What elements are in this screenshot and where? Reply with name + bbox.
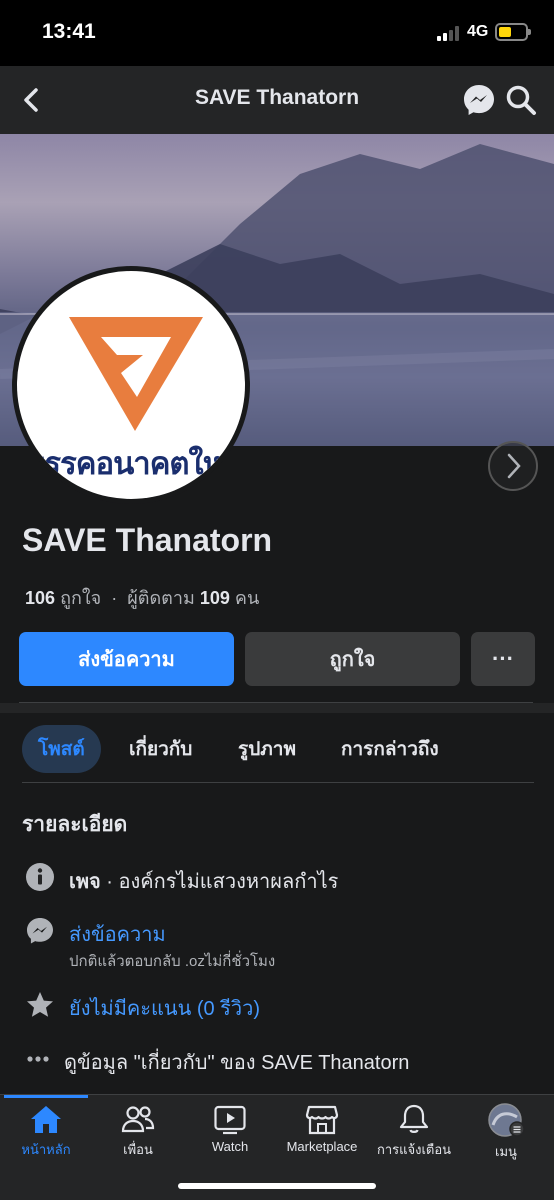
tab-about[interactable]: เกี่ยวกับ: [113, 725, 208, 773]
cover-next-button[interactable]: [488, 441, 538, 491]
like-button[interactable]: ถูกใจ: [245, 632, 460, 686]
about-link[interactable]: ดูข้อมูล "เกี่ยวกับ" ของ SAVE Thanatorn: [64, 1046, 409, 1078]
nav-menu[interactable]: เมนู: [460, 1103, 552, 1161]
party-logo-text: พรรคอนาคตใหม่: [25, 446, 243, 481]
status-time: 13:41: [42, 20, 96, 43]
send-message-button[interactable]: ส่งข้อความ: [19, 632, 234, 686]
followers-count: 109: [199, 588, 230, 608]
likes-label: ถูกใจ: [60, 588, 102, 608]
page-category: · องค์กรไม่แสวงหาผลกำไร: [100, 871, 339, 893]
info-icon: [26, 863, 54, 891]
nav-watch[interactable]: Watch: [184, 1103, 276, 1161]
nav-friends[interactable]: เพื่อน: [92, 1103, 184, 1161]
bell-icon: [399, 1104, 429, 1133]
home-icon: [31, 1106, 61, 1133]
status-bar: 13:41 4G: [0, 0, 554, 66]
tab-mentions[interactable]: การกล่าวถึง: [325, 725, 455, 773]
more-dots-icon: [27, 1056, 49, 1062]
network-label: 4G: [467, 23, 489, 40]
star-icon: [27, 992, 53, 1017]
rating-link[interactable]: ยังไม่มีคะแนน (0 รีวิว): [69, 992, 260, 1024]
search-icon[interactable]: [504, 83, 538, 117]
page-type: เพจ: [69, 871, 101, 893]
divider: [22, 782, 534, 783]
marketplace-icon: [305, 1105, 339, 1135]
followers-label: ผู้ติดตาม: [127, 588, 195, 608]
nav-label: เมนู: [495, 1144, 517, 1159]
details-heading: รายละเอียด: [22, 813, 128, 836]
message-link[interactable]: ส่งข้อความ: [69, 918, 166, 950]
tab-photos[interactable]: รูปภาพ: [222, 725, 312, 773]
friends-icon: [121, 1106, 155, 1133]
profile-picture[interactable]: พรรคอนาคตใหม่: [17, 271, 245, 499]
active-tab-indicator: [4, 1095, 88, 1098]
more-options-button[interactable]: ···: [471, 632, 535, 686]
page-name: SAVE Thanatorn: [22, 522, 273, 558]
likes-count: 106: [25, 588, 56, 608]
nav-label: หน้าหลัก: [21, 1142, 71, 1157]
menu-avatar-icon: [488, 1103, 525, 1137]
nav-label: การแจ้งเตือน: [376, 1142, 452, 1157]
response-time: ปกติแล้วตอบกลับ .ozไม่กี่ชั่วโมง: [69, 953, 276, 970]
page-header: SAVE Thanatorn: [0, 66, 554, 134]
followers-unit: คน: [234, 588, 260, 608]
page-stats: 106 ถูกใจ · ผู้ติดตาม 109 คน: [25, 583, 259, 612]
tab-posts[interactable]: โพสต์: [22, 725, 101, 773]
battery-icon: [495, 23, 531, 41]
page-tabs: โพสต์ เกี่ยวกับ รูปภาพ การกล่าวถึง: [0, 713, 554, 783]
home-indicator: [178, 1183, 376, 1189]
watch-icon: [214, 1105, 246, 1135]
messenger-icon: [27, 918, 53, 944]
nav-label: Watch: [211, 1139, 249, 1154]
signal-icon: [437, 25, 463, 41]
profile-picture-frame: พรรคอนาคตใหม่: [12, 266, 250, 504]
nav-home[interactable]: หน้าหลัก: [0, 1103, 92, 1161]
nav-notifications[interactable]: การแจ้งเตือน: [368, 1103, 460, 1161]
messenger-icon[interactable]: [461, 82, 497, 118]
section-separator: [0, 703, 554, 713]
nav-label: Marketplace: [286, 1139, 358, 1154]
stats-separator: ·: [111, 588, 118, 608]
nav-marketplace[interactable]: Marketplace: [276, 1103, 368, 1161]
nav-label: เพื่อน: [123, 1142, 153, 1157]
